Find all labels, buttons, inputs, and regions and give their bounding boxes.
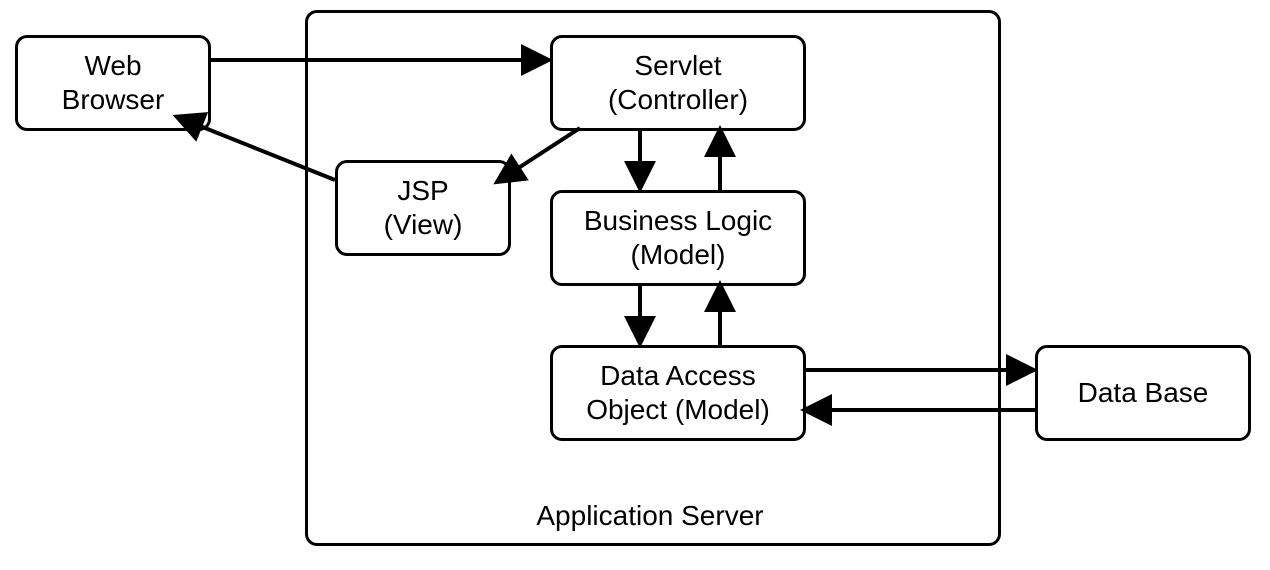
- jsp-line1: JSP: [397, 174, 448, 208]
- dao-line2: Object (Model): [586, 393, 770, 427]
- business-logic-box: Business Logic (Model): [550, 190, 806, 286]
- web-browser-line2: Browser: [62, 83, 165, 117]
- jsp-box: JSP (View): [335, 160, 511, 256]
- web-browser-box: Web Browser: [15, 35, 211, 131]
- servlet-box: Servlet (Controller): [550, 35, 806, 131]
- business-logic-line1: Business Logic: [584, 204, 772, 238]
- servlet-line2: (Controller): [608, 83, 748, 117]
- web-browser-line1: Web: [84, 49, 141, 83]
- business-logic-line2: (Model): [631, 238, 726, 272]
- servlet-line1: Servlet: [634, 49, 721, 83]
- container-label-text: Application Server: [536, 500, 763, 531]
- jsp-line2: (View): [384, 208, 463, 242]
- dao-line1: Data Access: [600, 359, 756, 393]
- diagram-canvas: Application Server Web Browser Servlet (…: [0, 0, 1270, 570]
- database-box: Data Base: [1035, 345, 1251, 441]
- application-server-label: Application Server: [500, 500, 800, 532]
- dao-box: Data Access Object (Model): [550, 345, 806, 441]
- database-line1: Data Base: [1078, 376, 1209, 410]
